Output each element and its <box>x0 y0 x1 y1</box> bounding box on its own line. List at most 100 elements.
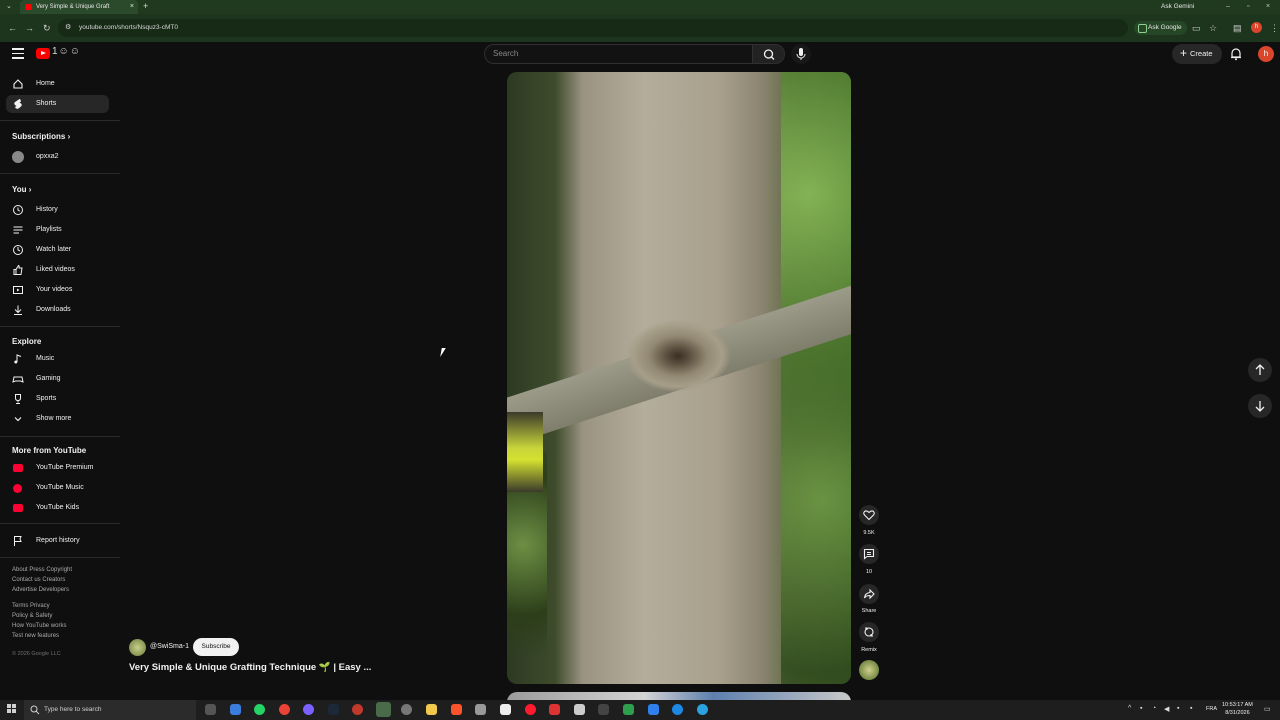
maximize-icon[interactable]: ▫ <box>1247 0 1249 14</box>
youtube-doodle[interactable]: 1☺☺ <box>52 46 81 57</box>
share-button[interactable] <box>859 584 879 604</box>
next-short-button[interactable] <box>1248 394 1272 418</box>
app-icon[interactable] <box>352 704 363 715</box>
footer-links-row[interactable]: How YouTube works <box>12 623 66 629</box>
url-text[interactable]: youtube.com/shorts/Nsquz3-cMT0 <box>79 19 178 37</box>
windows-start-icon[interactable] <box>7 704 17 714</box>
brave-icon[interactable] <box>451 704 462 715</box>
sidebar-item-liked-videos[interactable]: Liked videos <box>6 261 109 279</box>
back-icon[interactable]: ← <box>8 19 17 37</box>
search-input[interactable]: Search <box>484 44 753 64</box>
tray-app-icon[interactable]: ▪ <box>1140 705 1142 712</box>
app-icon[interactable] <box>598 704 609 715</box>
footer-links-row[interactable]: Policy & Safety <box>12 613 52 619</box>
sidebar-item-music[interactable]: Music <box>6 350 109 368</box>
footer-links-row[interactable]: About Press Copyright <box>12 567 72 573</box>
sidebar-item-sports[interactable]: Sports <box>6 390 109 408</box>
address-bar[interactable] <box>58 19 1128 37</box>
tray-app-icon[interactable]: ▪ <box>1177 705 1179 712</box>
comments-button[interactable] <box>859 544 879 564</box>
browser-tab-active[interactable]: Very Simple & Unique Graft × <box>20 0 138 14</box>
volume-icon[interactable]: ◀ <box>1164 705 1169 713</box>
cast-icon[interactable]: ▭ <box>1192 21 1201 35</box>
site-info-icon[interactable]: ⚙ <box>65 19 71 37</box>
chrome-active-icon[interactable] <box>376 702 391 717</box>
clock-time: 10:53:17 AM <box>1222 702 1253 708</box>
extensions-icon[interactable]: ▤ <box>1233 21 1242 35</box>
close-window-icon[interactable]: × <box>1266 0 1270 14</box>
voice-search-button[interactable] <box>791 44 811 64</box>
opera-icon[interactable] <box>525 704 536 715</box>
taskbar-clock[interactable]: 10:53:17 AM 8/31/2026 <box>1222 701 1253 717</box>
subscriptions-heading[interactable]: Subscriptions › <box>12 132 70 141</box>
app-icon[interactable] <box>303 704 314 715</box>
account-avatar[interactable]: h <box>1258 46 1274 62</box>
notifications-bell-icon[interactable] <box>1229 47 1243 61</box>
menu-icon[interactable] <box>12 48 24 60</box>
settings-icon[interactable] <box>401 704 412 715</box>
sidebar-item-home[interactable]: Home <box>6 75 109 93</box>
chrome-icon[interactable] <box>279 704 290 715</box>
you-heading[interactable]: You › <box>12 185 31 194</box>
subscribe-button[interactable]: Subscribe <box>193 638 239 656</box>
language-indicator[interactable]: FRA <box>1206 706 1217 712</box>
search-button[interactable] <box>752 44 785 64</box>
app-icon[interactable] <box>475 704 486 715</box>
channel-name[interactable]: @SwiSma-1 <box>150 641 189 653</box>
footer-links-row[interactable]: Test new features <box>12 633 59 639</box>
edge-icon[interactable] <box>672 704 683 715</box>
app-icon[interactable] <box>648 704 659 715</box>
sidebar-item-history[interactable]: History <box>6 201 109 219</box>
short-title[interactable]: Very Simple & Unique Grafting Technique … <box>129 662 371 673</box>
app-icon[interactable] <box>230 704 241 715</box>
previous-short-button[interactable] <box>1248 358 1272 382</box>
channel-avatar[interactable] <box>129 639 146 656</box>
tray-chevron-up-icon[interactable]: ^ <box>1128 705 1131 712</box>
taskbar-search-input[interactable]: Type here to search <box>24 700 196 720</box>
sidebar-item-youtube-music[interactable]: YouTube Music <box>6 479 109 497</box>
ask-google-button[interactable]: Ask Google <box>1134 21 1187 35</box>
sidebar-item-playlists[interactable]: Playlists <box>6 221 109 239</box>
footer-links-row[interactable]: Contact us Creators <box>12 577 65 583</box>
telegram-icon[interactable] <box>697 704 708 715</box>
youtube-logo-icon[interactable] <box>36 48 50 59</box>
tray-app-icon[interactable]: ▪ <box>1190 705 1192 712</box>
sound-source-avatar[interactable] <box>859 660 879 680</box>
bookmark-star-icon[interactable]: ☆ <box>1209 21 1217 35</box>
file-explorer-icon[interactable] <box>426 704 437 715</box>
sidebar-item-show-more[interactable]: Show more <box>6 410 109 428</box>
sidebar-item-report-history[interactable]: Report history <box>6 532 109 550</box>
forward-icon[interactable]: → <box>25 19 34 37</box>
task-view-icon[interactable] <box>205 704 216 715</box>
network-icon[interactable]: ◔ <box>1152 705 1156 712</box>
notification-center-icon[interactable]: ▭ <box>1264 705 1271 713</box>
browser-menu-icon[interactable]: ⋮ <box>1270 21 1279 35</box>
ask-gemini-button[interactable]: Ask Gemini <box>1161 0 1194 14</box>
share-label: Share <box>861 608 877 614</box>
sidebar-item-your-videos[interactable]: Your videos <box>6 281 109 299</box>
sidebar-item-downloads[interactable]: Downloads <box>6 301 109 319</box>
footer-links-row[interactable]: Terms Privacy <box>12 603 50 609</box>
tab-search-chevron-icon[interactable]: ⌄ <box>6 0 12 14</box>
new-tab-button[interactable]: + <box>143 0 148 13</box>
minimize-icon[interactable]: – <box>1226 0 1230 14</box>
app-icon[interactable] <box>549 704 560 715</box>
browser-profile-avatar[interactable]: h <box>1251 22 1262 33</box>
sidebar-item-youtube-premium[interactable]: YouTube Premium <box>6 459 109 477</box>
sidebar-item-watch-later[interactable]: Watch later <box>6 241 109 259</box>
create-button[interactable]: Create <box>1172 44 1222 64</box>
tab-close-icon[interactable]: × <box>130 0 134 14</box>
remix-button[interactable] <box>859 622 879 642</box>
like-button[interactable] <box>859 505 879 525</box>
whatsapp-icon[interactable] <box>254 704 265 715</box>
steam-icon[interactable] <box>328 704 339 715</box>
reload-icon[interactable]: ↻ <box>43 19 51 37</box>
sidebar-item-youtube-kids[interactable]: YouTube Kids <box>6 499 109 517</box>
sidebar-item-shorts[interactable]: Shorts <box>6 95 109 113</box>
app-icon[interactable] <box>500 704 511 715</box>
footer-links-row[interactable]: Advertise Developers <box>12 587 69 593</box>
app-icon[interactable] <box>623 704 634 715</box>
app-icon[interactable] <box>574 704 585 715</box>
sidebar-item-gaming[interactable]: Gaming <box>6 370 109 388</box>
sidebar-item-subscription[interactable]: opxxa2 <box>6 148 109 166</box>
